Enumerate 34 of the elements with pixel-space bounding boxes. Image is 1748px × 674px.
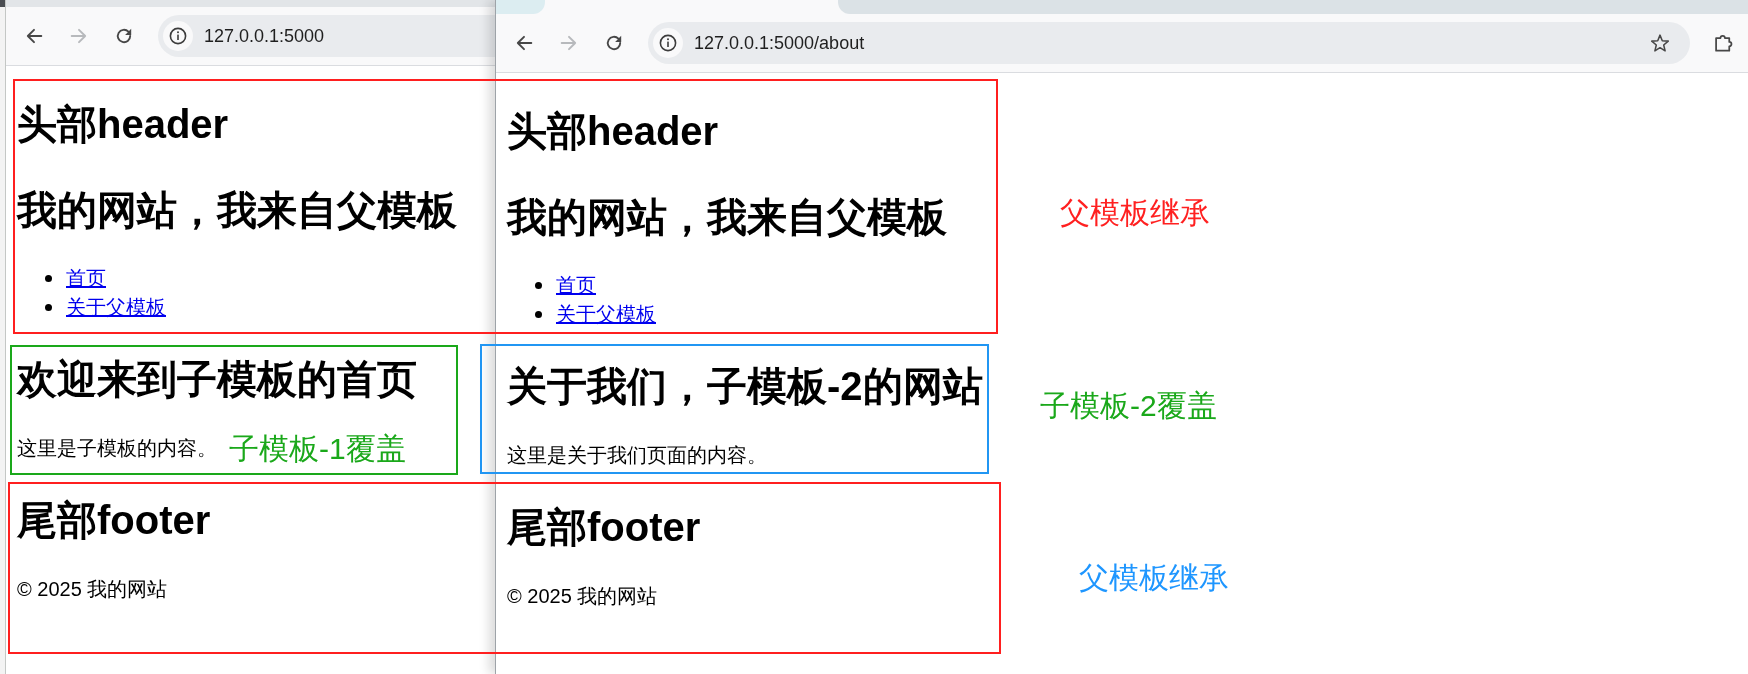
address-field[interactable]: 127.0.0.1:5000 — [158, 15, 495, 57]
header-title: 头部header — [17, 101, 229, 148]
arrow-left-icon[interactable] — [515, 34, 533, 52]
reload-icon[interactable] — [115, 27, 133, 45]
nav-link[interactable]: 关于父模板 — [556, 300, 656, 329]
footer-title: 尾部footer — [507, 504, 701, 551]
copyright-text: © 2025 我的网站 — [17, 577, 168, 602]
site-title: 我的网站，我来自父模板 — [17, 187, 457, 234]
nav-link[interactable]: 首页 — [66, 264, 106, 293]
header-title: 头部header — [507, 108, 719, 155]
puzzle-icon[interactable] — [1715, 34, 1733, 52]
info-icon[interactable] — [163, 21, 193, 51]
star-icon[interactable] — [1651, 34, 1669, 52]
annotation-label: 父模板继承 — [1060, 195, 1210, 231]
address-field[interactable]: 127.0.0.1:5000/about — [648, 22, 1690, 64]
nav-link[interactable]: 关于父模板 — [66, 293, 166, 322]
bullet-icon — [535, 282, 542, 289]
page-heading: 关于我们，子模板-2的网站 — [507, 363, 983, 410]
body-text: 这里是关于我们页面的内容。 — [507, 443, 767, 468]
annotation-label: 子模板-1覆盖 — [229, 431, 406, 467]
copyright-text: © 2025 我的网站 — [507, 584, 658, 609]
annotation-label: 子模板-2覆盖 — [1040, 388, 1217, 424]
reload-icon[interactable] — [605, 34, 623, 52]
footer-title: 尾部footer — [17, 497, 211, 544]
bullet-icon — [45, 304, 52, 311]
body-text: 这里是子模板的内容。 — [17, 436, 217, 461]
info-icon[interactable] — [653, 28, 683, 58]
page-heading: 欢迎来到子模板的首页 — [17, 356, 417, 403]
bullet-icon — [535, 311, 542, 318]
bullet-icon — [45, 275, 52, 282]
annotation-label: 父模板继承 — [1079, 560, 1229, 596]
nav-link[interactable]: 首页 — [556, 271, 596, 300]
site-title: 我的网站，我来自父模板 — [507, 194, 947, 241]
arrow-left-icon[interactable] — [25, 27, 43, 45]
